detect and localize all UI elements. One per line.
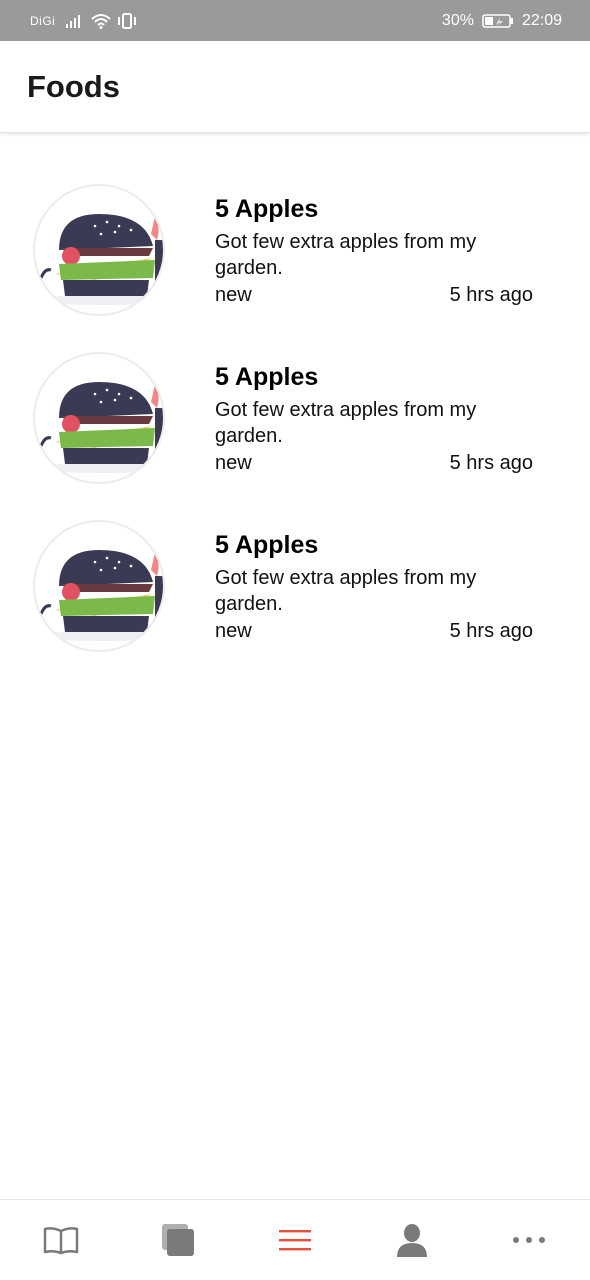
carrier-label: DiGi xyxy=(30,13,56,28)
item-status: new xyxy=(215,620,252,642)
clock: 22:09 xyxy=(521,11,562,29)
item-time: 5 hrs ago xyxy=(449,284,533,306)
item-time: 5 hrs ago xyxy=(449,452,533,474)
list-item[interactable]: 5 Apples Got few extra apples from my ga… xyxy=(0,336,590,504)
battery-icon xyxy=(482,13,513,28)
nav-more[interactable] xyxy=(471,1200,588,1280)
app-bar: Foods xyxy=(0,41,590,133)
item-description: Got few extra apples from my garden. xyxy=(215,399,477,447)
list-item[interactable]: 5 Apples Got few extra apples from my ga… xyxy=(0,504,590,672)
vibrate-icon xyxy=(118,12,137,29)
book-icon xyxy=(43,1227,78,1255)
item-status: new xyxy=(215,284,252,306)
item-time: 5 hrs ago xyxy=(449,620,533,642)
item-title: 5 Apples xyxy=(215,195,319,223)
burger-image xyxy=(33,352,165,484)
burger-image xyxy=(33,520,165,652)
food-list: 5 Apples Got few extra apples from my ga… xyxy=(0,168,590,672)
bottom-nav xyxy=(0,1199,590,1280)
nav-menu[interactable] xyxy=(236,1200,353,1280)
signal-icon xyxy=(66,14,81,28)
layers-icon xyxy=(161,1224,194,1256)
item-title: 5 Apples xyxy=(215,531,319,559)
nav-layers[interactable] xyxy=(119,1200,236,1280)
battery-percent: 30% xyxy=(441,11,474,29)
status-bar: DiGi 30% 22:09 xyxy=(0,0,590,41)
status-icons xyxy=(65,12,137,29)
item-title: 5 Apples xyxy=(215,363,319,391)
burger-image xyxy=(33,184,165,316)
nav-book[interactable] xyxy=(2,1200,119,1280)
list-item[interactable]: 5 Apples Got few extra apples from my ga… xyxy=(0,168,590,336)
more-icon xyxy=(513,1237,546,1243)
nav-profile[interactable] xyxy=(354,1200,471,1280)
item-description: Got few extra apples from my garden. xyxy=(215,567,477,615)
item-description: Got few extra apples from my garden. xyxy=(215,231,477,279)
wifi-icon xyxy=(91,13,112,29)
item-status: new xyxy=(215,452,252,474)
menu-icon xyxy=(279,1230,311,1251)
user-icon xyxy=(397,1224,428,1257)
page-title: Foods xyxy=(27,68,120,104)
status-bar-right: 30% 22:09 xyxy=(442,12,562,30)
status-bar-left: DiGi xyxy=(30,12,137,29)
